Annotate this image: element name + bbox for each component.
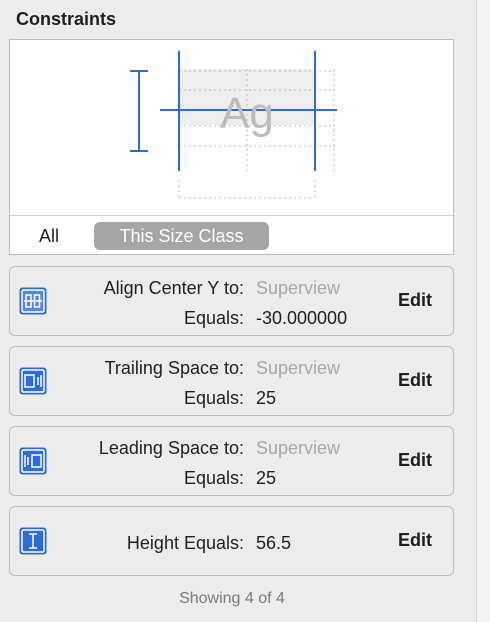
constraint-diagram: Ag [130, 51, 337, 199]
constraint-card-height[interactable]: Height Equals: 56.5 Edit [9, 506, 454, 576]
size-class-this-tab[interactable]: This Size Class [94, 222, 269, 250]
constraint-equals-label: Equals: [183, 388, 244, 408]
constraint-target: Superview [256, 278, 341, 298]
constraint-card-align-center-y[interactable]: Align Center Y to: Superview Equals: -30… [9, 266, 454, 336]
size-class-all-tab[interactable]: All [39, 226, 59, 247]
constraint-label: Height Equals: [126, 533, 244, 553]
edit-button[interactable]: Edit [398, 370, 432, 391]
constraint-label: Leading Space to: [98, 438, 244, 458]
edit-button[interactable]: Edit [398, 290, 432, 311]
constraint-equals-label: Equals: [183, 308, 244, 328]
constraint-target: Superview [256, 358, 341, 378]
preview-sample-text: Ag [220, 89, 274, 138]
size-class-divider [10, 215, 453, 216]
constraint-constant-value: 25 [256, 388, 277, 408]
panel-right-edge [476, 0, 490, 622]
edit-button[interactable]: Edit [398, 450, 432, 471]
constraint-label: Trailing Space to: [104, 358, 244, 378]
constraint-label: Align Center Y to: [103, 278, 244, 298]
section-title: Constraints [16, 9, 117, 29]
showing-count-status: Showing 4 of 4 [179, 590, 285, 607]
edit-button[interactable]: Edit [398, 530, 432, 551]
constraint-constant-value: 25 [256, 468, 277, 488]
constraint-equals-label: Equals: [183, 468, 244, 488]
constraint-target: Superview [256, 438, 341, 458]
constraints-preview: Ag All This Size Class [9, 39, 454, 255]
constraint-card-trailing-space[interactable]: Trailing Space to: Superview Equals: 25 … [9, 346, 454, 416]
constraint-card-leading-space[interactable]: Leading Space to: Superview Equals: 25 E… [9, 426, 454, 496]
constraint-constant-value: -30.000000 [256, 308, 348, 328]
constraint-constant-value: 56.5 [256, 533, 292, 553]
